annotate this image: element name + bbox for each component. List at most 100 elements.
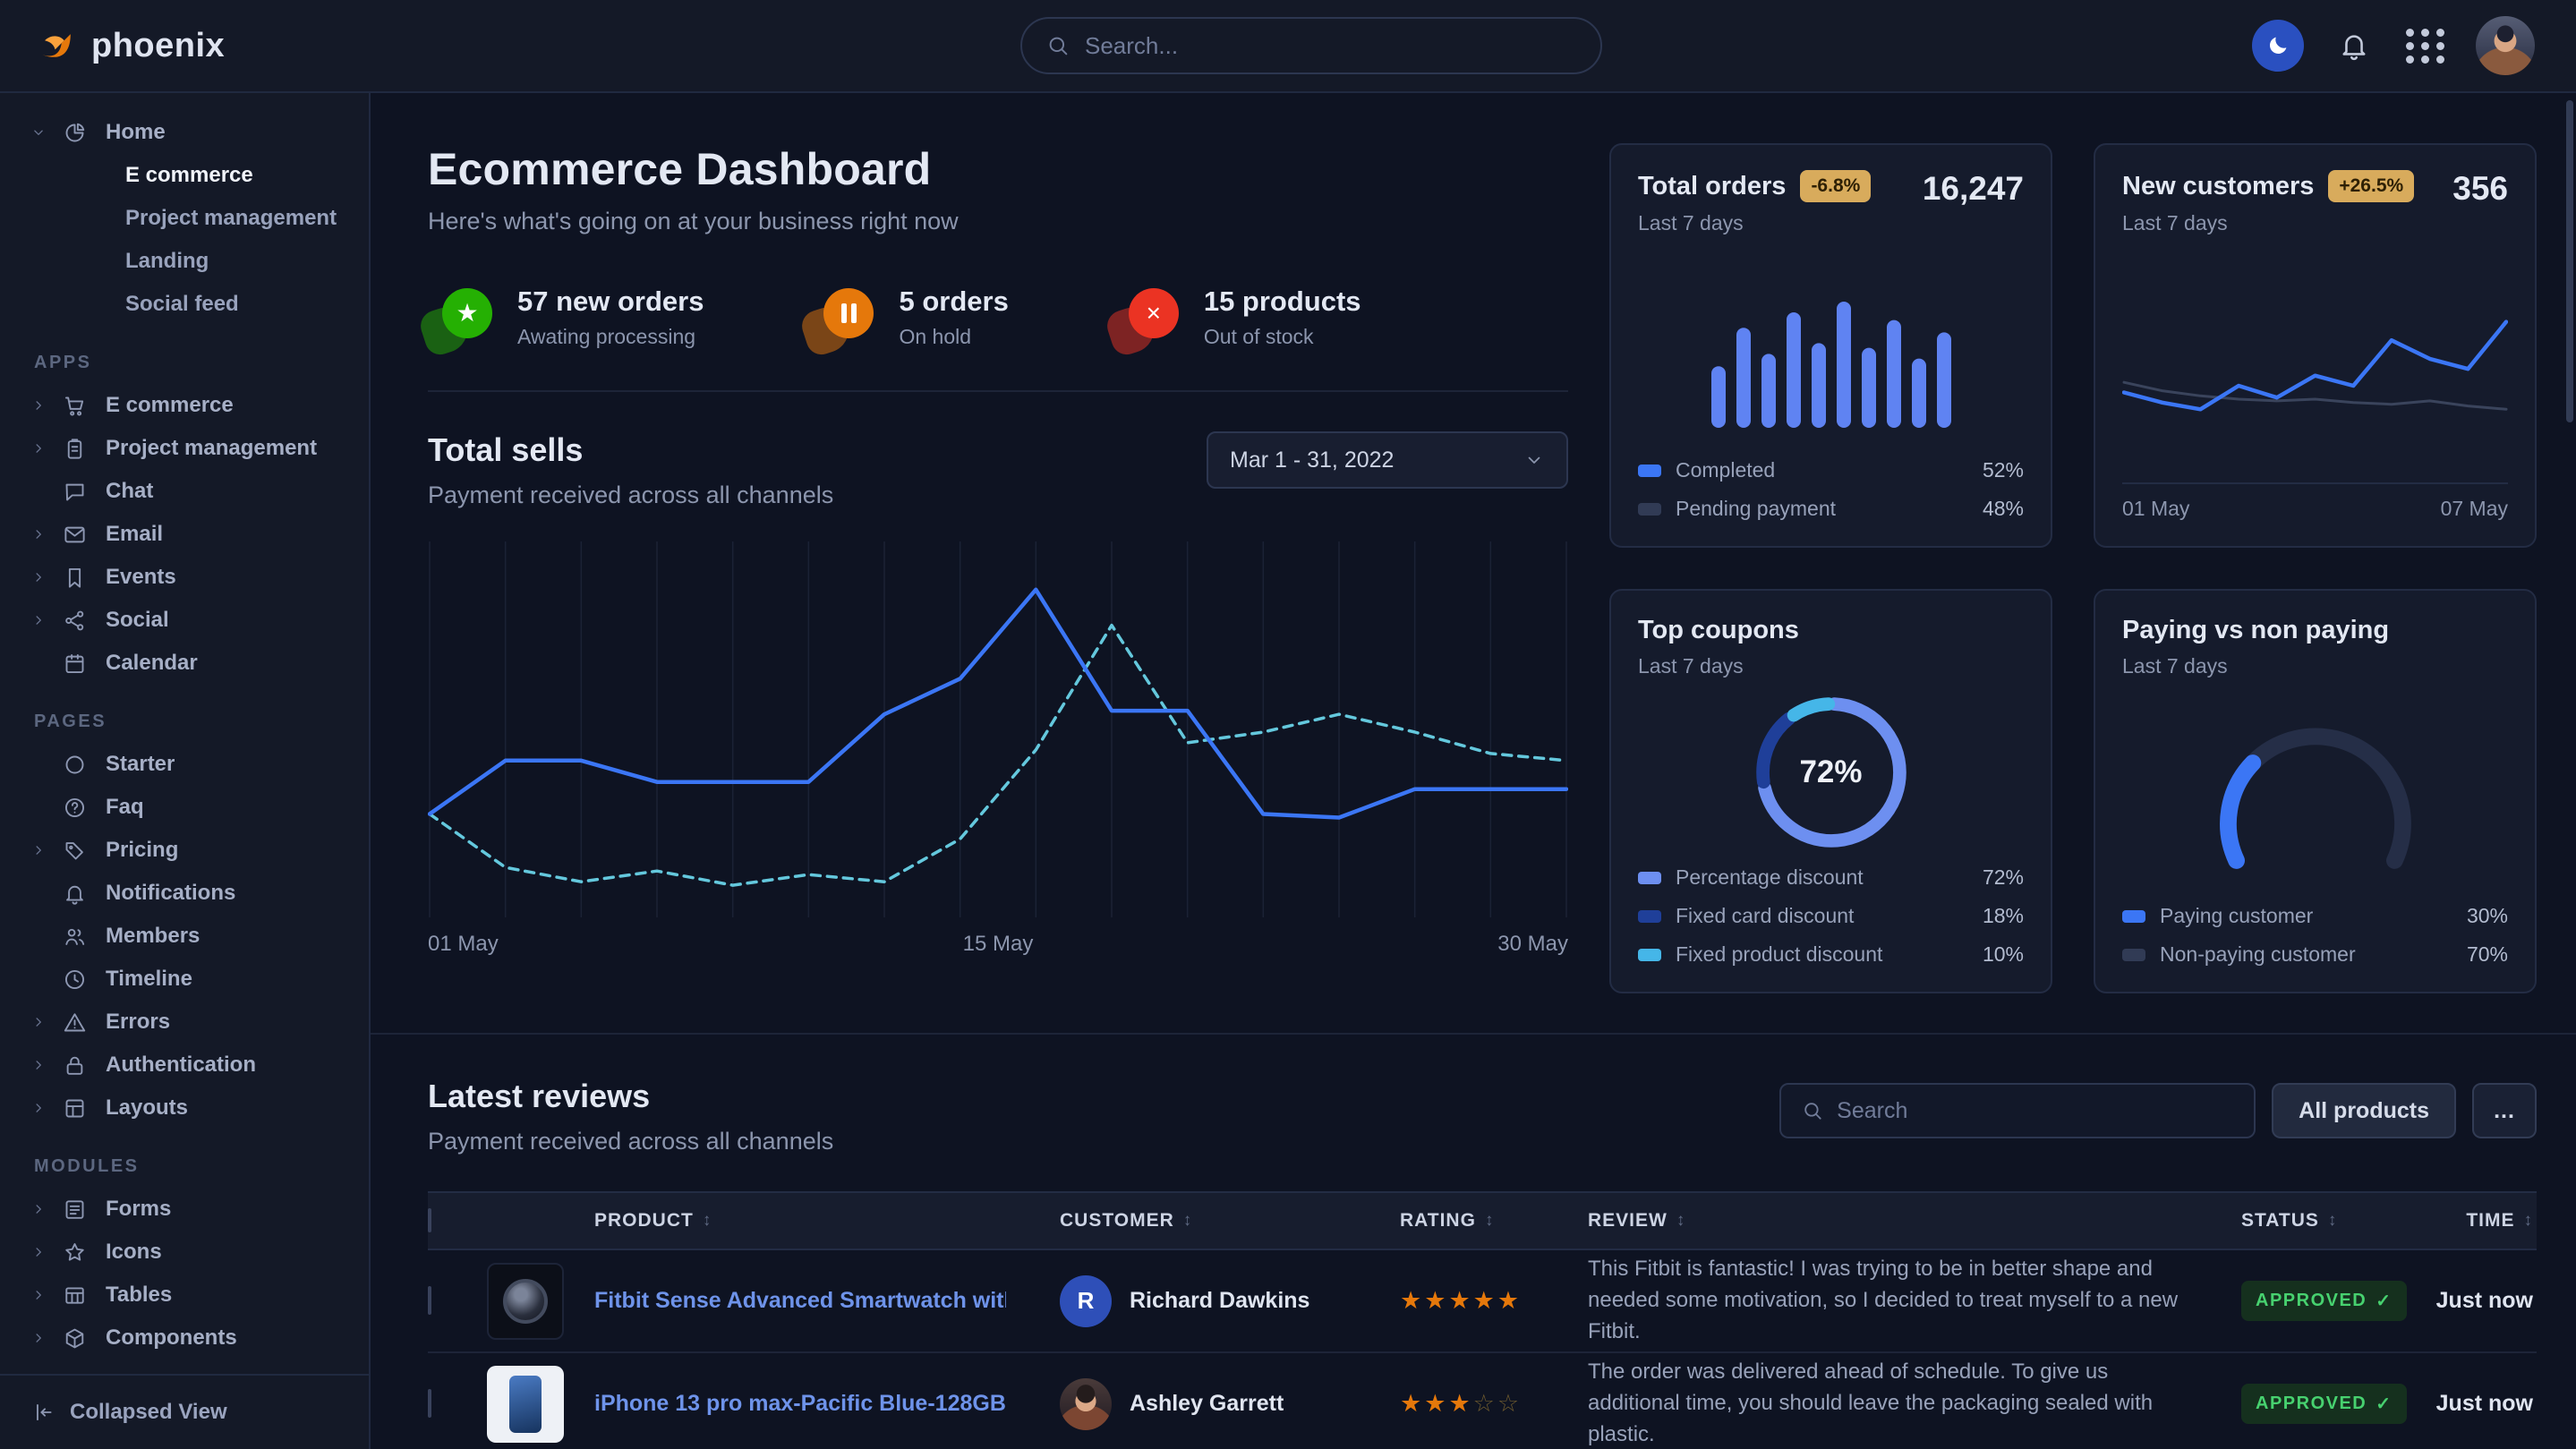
sidebar-item-email[interactable]: Email	[30, 513, 353, 556]
select-all-checkbox[interactable]	[428, 1208, 431, 1232]
check-icon: ✓	[2376, 1290, 2392, 1312]
sidebar-item-errors[interactable]: Errors	[30, 1001, 353, 1044]
navbar-center	[371, 17, 2252, 74]
reviews-search[interactable]	[1779, 1083, 2256, 1138]
global-search[interactable]	[1020, 17, 1602, 74]
card-period: Last 7 days	[1638, 211, 1871, 235]
sidebar-subitem-social-feed[interactable]: Social feed	[30, 283, 353, 326]
sidebar-item-label: Components	[106, 1325, 237, 1351]
sidebar-item-project-management[interactable]: Project management	[30, 427, 353, 470]
sidebar-item-timeline[interactable]: Timeline	[30, 958, 353, 1001]
status-cell: APPROVED✓	[2241, 1384, 2420, 1424]
xtick: 15 May	[963, 932, 1034, 957]
sort-icon[interactable]: ↕	[1485, 1211, 1495, 1231]
sidebar-subitem-project-management[interactable]: Project management	[30, 197, 353, 240]
product-link[interactable]: Fitbit Sense Advanced Smartwatch with To…	[594, 1288, 1006, 1314]
chevron-right-icon	[30, 842, 50, 858]
sidebar-item-pricing[interactable]: Pricing	[30, 829, 353, 872]
row-checkbox[interactable]	[428, 1389, 431, 1418]
sidebar-item-tables[interactable]: Tables	[30, 1274, 353, 1317]
sort-icon[interactable]: ↕	[2328, 1211, 2338, 1231]
sidebar-item-e-commerce[interactable]: E commerce	[30, 384, 353, 427]
column-header-time[interactable]: TIME ↕	[2420, 1210, 2537, 1232]
date-range-select[interactable]: Mar 1 - 31, 2022	[1207, 431, 1568, 489]
sort-icon[interactable]: ↕	[703, 1211, 712, 1231]
column-header-customer[interactable]: CUSTOMER ↕	[1060, 1210, 1400, 1232]
column-header-review[interactable]: REVIEW↕	[1588, 1210, 2241, 1232]
sidebar-item-label: Starter	[106, 752, 175, 777]
stat-item: ★57 new ordersAwating processing	[428, 286, 704, 349]
bell-icon	[2338, 30, 2370, 62]
star-icon: ★	[1448, 1390, 1470, 1418]
column-header-rating[interactable]: RATING↕	[1400, 1210, 1588, 1232]
star-icon: ★	[1448, 1287, 1470, 1315]
brand[interactable]: phoenix	[36, 25, 371, 66]
sort-icon[interactable]: ↕	[2524, 1211, 2534, 1231]
user-avatar[interactable]	[2476, 16, 2535, 75]
rating-stars: ★★★☆☆	[1400, 1390, 1588, 1418]
reviews-search-input[interactable]	[1837, 1098, 2234, 1124]
sidebar-item-events[interactable]: Events	[30, 556, 353, 599]
column-label: TIME	[2466, 1210, 2514, 1232]
notifications-button[interactable]	[2333, 24, 2376, 67]
sort-icon[interactable]: ↕	[1183, 1211, 1193, 1231]
more-options-button[interactable]: ...	[2472, 1083, 2537, 1138]
chevron-right-icon	[30, 526, 50, 542]
form-icon	[63, 1198, 93, 1222]
check-icon: ✓	[2376, 1393, 2392, 1415]
scrollbar[interactable]	[2566, 100, 2573, 422]
sidebar-item-notifications[interactable]: Notifications	[30, 872, 353, 915]
sidebar-item-social[interactable]: Social	[30, 599, 353, 642]
mail-icon	[63, 523, 93, 547]
sidebar-item-label: Social	[106, 608, 169, 633]
theme-toggle-button[interactable]	[2252, 20, 2304, 72]
sidebar-item-faq[interactable]: Faq	[30, 786, 353, 829]
total-orders-card: Total orders -6.8% Last 7 days 16,247 Co…	[1609, 143, 2052, 548]
apps-grid-button[interactable]	[2404, 24, 2447, 67]
sidebar-item-layouts[interactable]: Layouts	[30, 1087, 353, 1129]
legend-row: Non-paying customer70%	[2122, 942, 2508, 967]
column-header-status[interactable]: STATUS↕	[2241, 1210, 2420, 1232]
sidebar-item-chat[interactable]: Chat	[30, 470, 353, 513]
rating-stars: ★★★★★	[1400, 1287, 1588, 1315]
all-products-button[interactable]: All products	[2272, 1083, 2456, 1138]
nav-section-label: PAGES	[34, 712, 353, 732]
collapsed-view-label: Collapsed View	[70, 1400, 227, 1425]
sidebar-item-home[interactable]: Home	[30, 111, 353, 154]
sidebar-item-components[interactable]: Components	[30, 1317, 353, 1360]
phoenix-logo-icon	[36, 25, 77, 66]
column-label: CUSTOMER	[1060, 1210, 1174, 1232]
row-checkbox[interactable]	[428, 1286, 431, 1315]
row-checkbox-cell	[428, 1288, 487, 1314]
chevron-right-icon	[30, 612, 50, 628]
collapsed-view-toggle[interactable]: Collapsed View	[0, 1374, 369, 1449]
sidebar-item-label: Forms	[106, 1197, 171, 1222]
sidebar-subitem-e-commerce[interactable]: E commerce	[30, 154, 353, 197]
sort-icon[interactable]: ↕	[1676, 1211, 1686, 1231]
sidebar-item-starter[interactable]: Starter	[30, 743, 353, 786]
chevron-right-icon	[30, 1287, 50, 1303]
sidebar-item-label: Notifications	[106, 881, 235, 906]
column-header-product[interactable]: PRODUCT↕	[594, 1210, 1060, 1232]
circle-icon	[63, 753, 93, 777]
page-title: Ecommerce Dashboard	[428, 143, 1568, 195]
customer-cell: Ashley Garrett	[1060, 1378, 1400, 1430]
sidebar-item-label: Timeline	[106, 967, 192, 992]
sidebar-item-icons[interactable]: Icons	[30, 1231, 353, 1274]
search-input[interactable]	[1085, 32, 1577, 60]
sidebar-item-members[interactable]: Members	[30, 915, 353, 958]
review-time: Just now	[2420, 1391, 2537, 1417]
sidebar-subitem-landing[interactable]: Landing	[30, 240, 353, 283]
sidebar-item-authentication[interactable]: Authentication	[30, 1044, 353, 1087]
stat-item: ×15 productsOut of stock	[1114, 286, 1361, 349]
card-title: Top coupons	[1638, 616, 1799, 645]
card-title: Paying vs non paying	[2122, 616, 2389, 645]
stat-x-icon: ×	[1114, 288, 1179, 347]
sidebar-item-calendar[interactable]: Calendar	[30, 642, 353, 685]
stat-caption: Awating processing	[517, 325, 704, 349]
sidebar-item-forms[interactable]: Forms	[30, 1188, 353, 1231]
reviews-table-body: Fitbit Sense Advanced Smartwatch with To…	[428, 1250, 2537, 1449]
sidebar-item-label: Errors	[106, 1010, 170, 1035]
legend-label: Percentage discount	[1676, 865, 1864, 890]
product-link[interactable]: iPhone 13 pro max-Pacific Blue-128GB sto…	[594, 1391, 1006, 1417]
